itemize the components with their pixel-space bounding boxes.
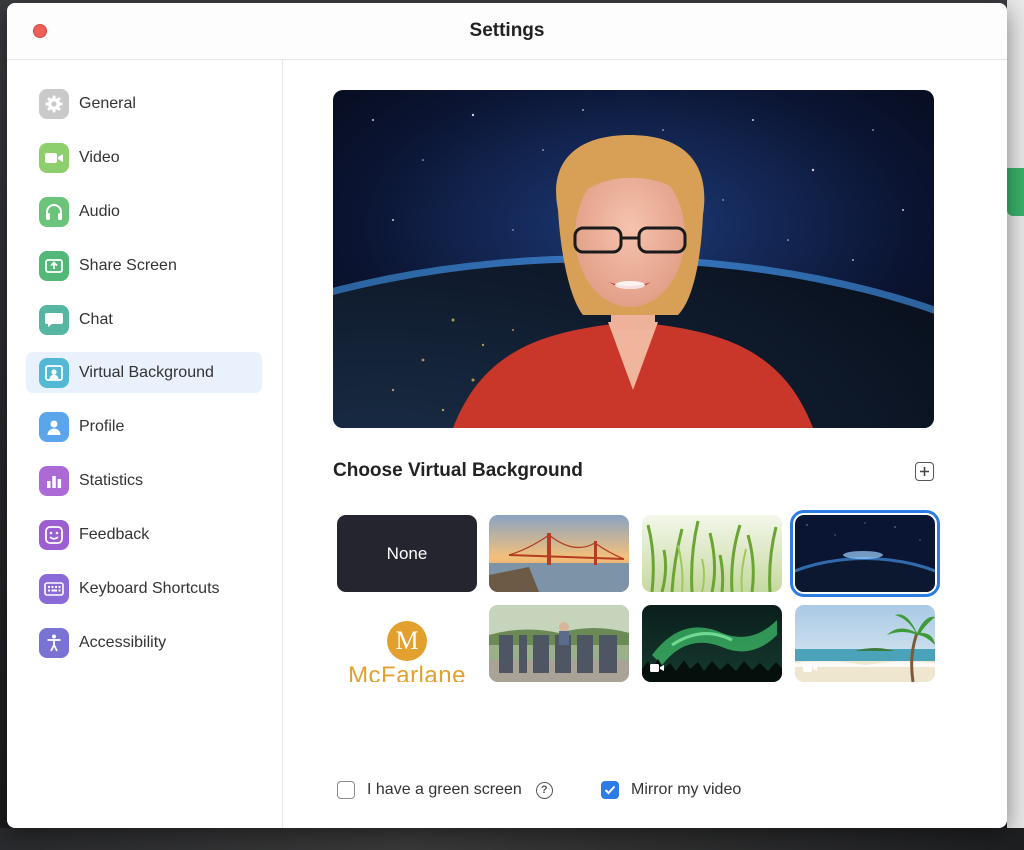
- sidebar-item-label: Keyboard Shortcuts: [79, 579, 220, 597]
- mirror-video-option: Mirror my video: [601, 779, 741, 801]
- sidebar-item-chat[interactable]: Chat: [26, 299, 262, 340]
- person-icon: [39, 411, 69, 442]
- background-grass[interactable]: [642, 515, 782, 592]
- none-label: None: [386, 543, 428, 563]
- headphones-icon: [39, 196, 69, 227]
- settings-window: Settings General Video Audio Share Scree…: [7, 3, 1007, 828]
- background-golden-gate-bridge[interactable]: [489, 515, 629, 592]
- sidebar-item-audio[interactable]: Audio: [26, 191, 262, 232]
- sidebar-item-label: Audio: [79, 202, 120, 220]
- keyboard-icon: [39, 573, 69, 604]
- sidebar-item-share-screen[interactable]: Share Screen: [26, 245, 262, 286]
- checkmark-icon: [604, 785, 616, 795]
- help-icon[interactable]: ?: [535, 781, 553, 799]
- window-title: Settings: [469, 20, 545, 41]
- video-camera-icon: [803, 664, 817, 672]
- sidebar-item-general[interactable]: General: [26, 83, 262, 124]
- virtual-background-icon: [39, 357, 69, 388]
- sidebar-item-statistics[interactable]: Statistics: [26, 460, 262, 501]
- sidebar-item-profile[interactable]: Profile: [26, 406, 262, 447]
- desktop-background-bottom: [0, 828, 1024, 850]
- chat-bubble-icon: [39, 304, 69, 335]
- background-none[interactable]: None: [337, 515, 477, 592]
- green-screen-option: I have a green screen ?: [337, 779, 553, 801]
- video-camera-icon: [39, 142, 69, 173]
- green-screen-checkbox[interactable]: [337, 781, 355, 799]
- logo-text: McFarlane: [348, 662, 466, 682]
- mirror-video-label: Mirror my video: [631, 781, 742, 798]
- background-earth-from-space[interactable]: [790, 510, 940, 597]
- background-listen-sculpture[interactable]: [489, 605, 629, 682]
- share-screen-icon: [39, 250, 69, 281]
- background-northern-lights-video[interactable]: [642, 605, 782, 682]
- title-bar: Settings: [7, 3, 1007, 60]
- sidebar-item-label: General: [79, 94, 136, 112]
- sidebar-item-label: Profile: [79, 417, 125, 435]
- add-background-button[interactable]: [915, 462, 934, 481]
- sidebar-item-label: Chat: [79, 310, 113, 328]
- sidebar-item-label: Accessibility: [79, 633, 167, 651]
- sidebar-item-keyboard-shortcuts[interactable]: Keyboard Shortcuts: [26, 568, 262, 609]
- sidebar-item-video[interactable]: Video: [26, 137, 262, 178]
- sidebar-item-feedback[interactable]: Feedback: [26, 514, 262, 555]
- gear-icon: [39, 88, 69, 119]
- green-screen-label: I have a green screen: [367, 781, 522, 798]
- video-camera-icon: [650, 664, 664, 672]
- background-mcfarlane-logo[interactable]: M McFarlane: [337, 605, 477, 682]
- sidebar-item-label: Video: [79, 148, 120, 166]
- accessibility-icon: [39, 627, 69, 658]
- sidebar-item-virtual-background[interactable]: Virtual Background: [26, 352, 262, 393]
- logo-letter: M: [395, 626, 419, 655]
- smiley-icon: [39, 519, 69, 550]
- mirror-video-checkbox[interactable]: [601, 781, 619, 799]
- virtual-background-panel: Choose Virtual Background None M McFarla…: [283, 60, 1007, 828]
- bar-chart-icon: [39, 465, 69, 496]
- plus-icon: [920, 467, 929, 476]
- sidebar-item-label: Statistics: [79, 471, 144, 489]
- desktop-background-right: [1007, 0, 1024, 850]
- sidebar-item-label: Feedback: [79, 525, 150, 543]
- video-preview: [333, 90, 934, 428]
- settings-sidebar: General Video Audio Share Screen Chat Vi…: [7, 60, 283, 828]
- background-beach-palm-video[interactable]: [795, 605, 935, 682]
- section-title: Choose Virtual Background: [333, 460, 583, 481]
- sidebar-item-label: Virtual Background: [79, 363, 214, 381]
- sidebar-item-accessibility[interactable]: Accessibility: [26, 622, 262, 663]
- sidebar-item-label: Share Screen: [79, 256, 177, 274]
